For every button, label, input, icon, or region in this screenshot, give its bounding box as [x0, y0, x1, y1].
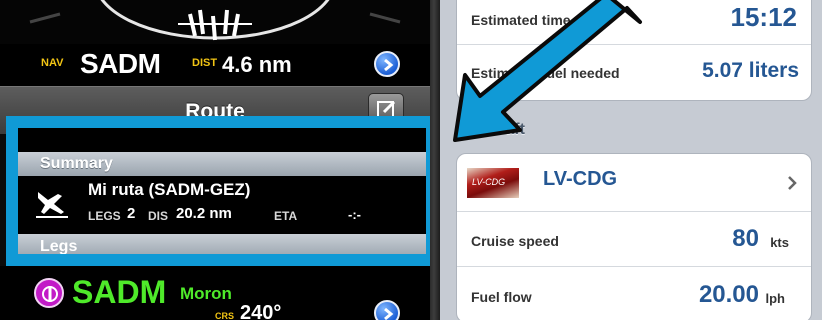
aircraft-card: LV-CDG LV-CDG Cruise speed 80 kts Fuel f…: [456, 153, 812, 320]
cruise-speed-unit: kts: [770, 235, 789, 250]
waypoint-detail-button[interactable]: [374, 300, 400, 320]
nav-waypoint: SADM: [80, 48, 161, 79]
chevron-right-icon: [384, 307, 394, 320]
estimated-time-row: Estimated time 15:12: [457, 0, 811, 45]
summary-header: Summary: [18, 152, 426, 176]
fuel-flow-label: Fuel flow: [471, 289, 532, 305]
nav-distance: 4.6 nm: [222, 52, 292, 77]
fuel-flow-value: 20.00: [698, 281, 759, 308]
vor-waypoint-icon: [34, 278, 64, 308]
waypoint-name: Moron: [180, 284, 232, 303]
nav-bar[interactable]: NAV SADM DIST 4.6 nm: [0, 44, 430, 86]
split-divider[interactable]: [430, 0, 440, 320]
aircraft-photo-caption: LV-CDG: [472, 177, 506, 187]
aircraft-registration: LV-CDG: [543, 168, 618, 190]
aircraft-section-header: Aircraft: [468, 121, 525, 138]
nav-distance-label: DIST: [192, 57, 218, 69]
aircraft-photo: LV-CDG: [467, 168, 519, 198]
highlight-box: Summary Mi ruta (SADM-GEZ) LEGS 2 DIS 20…: [6, 116, 438, 266]
waypoint-course: 240°: [240, 302, 282, 320]
eta-label: ETA: [274, 209, 298, 223]
cruise-speed-value: 80: [732, 225, 759, 252]
estimated-fuel-value: 5.07 liters: [702, 59, 799, 82]
estimated-fuel-row: Estimated fuel needed 5.07 liters: [457, 45, 811, 100]
summary-header-label: Summary: [40, 155, 113, 172]
cruise-speed-label: Cruise speed: [471, 233, 559, 249]
waypoint-row[interactable]: SADM Moron CRS 240°: [0, 266, 430, 320]
aircraft-panel: Estimated time 15:12 Estimated fuel need…: [440, 0, 822, 320]
eta-value: -:-: [348, 207, 361, 222]
route-name: Mi ruta (SADM-GEZ): [88, 180, 251, 199]
estimated-time-value: 15:12: [730, 2, 798, 32]
distance-value: 20.2 nm: [176, 205, 232, 222]
route-summary-item[interactable]: Mi ruta (SADM-GEZ) LEGS 2 DIS 20.2 nm ET…: [18, 176, 426, 232]
legs-label: LEGS: [88, 209, 121, 223]
estimated-time-label: Estimated time: [471, 12, 571, 28]
nav-label: NAV: [41, 57, 64, 69]
waypoint-code: SADM: [72, 274, 167, 310]
aircraft-select-row[interactable]: LV-CDG LV-CDG: [457, 154, 811, 212]
plane-landing-icon: [36, 192, 68, 218]
legs-header-label: Legs: [40, 238, 78, 254]
legs-header: Legs: [18, 234, 426, 254]
cruise-speed-row[interactable]: Cruise speed 80 kts: [457, 212, 811, 267]
chevron-right-icon: [788, 176, 797, 190]
distance-label: DIS: [148, 209, 169, 223]
fuel-flow-unit: lph: [765, 291, 786, 306]
waypoint-course-label: CRS: [215, 311, 235, 320]
legs-value: 2: [127, 205, 136, 222]
nav-detail-button[interactable]: [374, 51, 400, 77]
chevron-right-icon: [384, 58, 394, 72]
fuel-flow-row[interactable]: Fuel flow 20.00 lph: [457, 267, 811, 320]
trip-estimates-card: Estimated time 15:12 Estimated fuel need…: [456, 0, 812, 101]
estimated-fuel-label: Estimated fuel needed: [471, 65, 620, 81]
summary-section: Summary Mi ruta (SADM-GEZ) LEGS 2 DIS 20…: [18, 128, 426, 254]
